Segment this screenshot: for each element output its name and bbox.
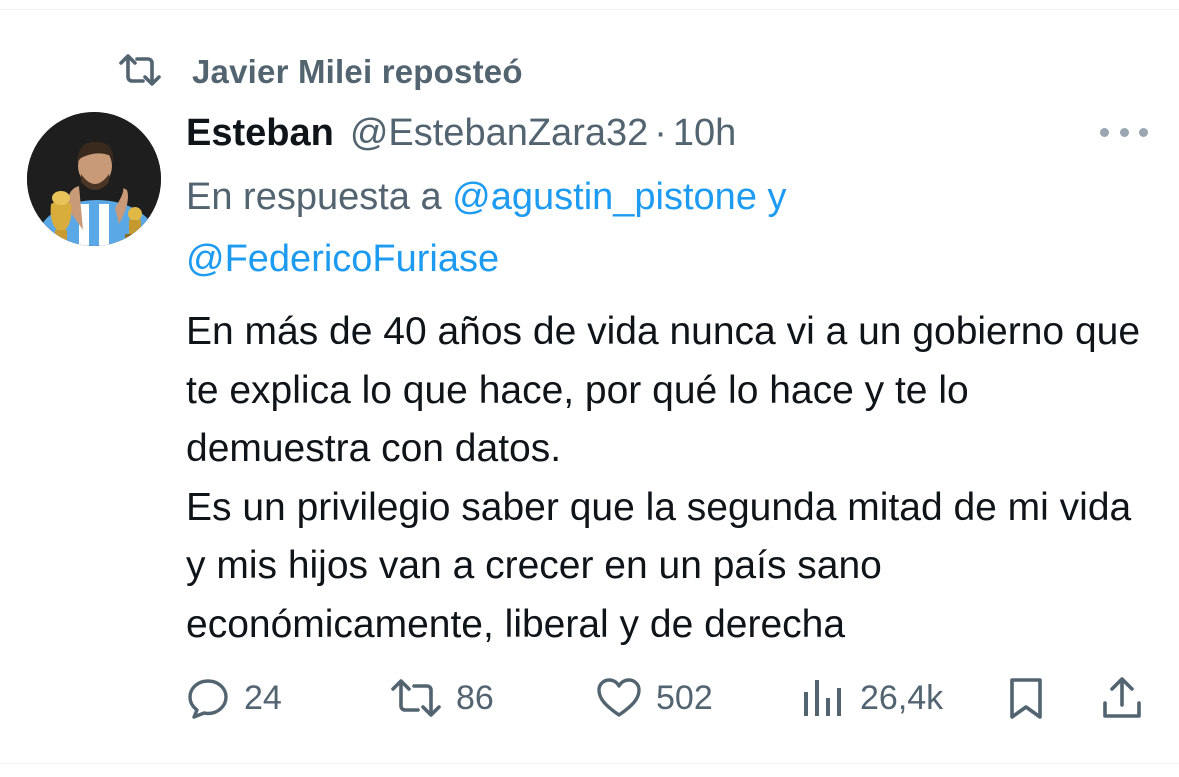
repost-count: 86 <box>456 678 494 717</box>
repost-icon <box>118 52 162 93</box>
views-button[interactable]: 26,4k <box>800 674 943 722</box>
repost-context[interactable]: Javier Milei reposteó <box>118 50 523 94</box>
bookmark-button[interactable] <box>1006 674 1046 722</box>
repost-label: Javier Milei reposteó <box>192 53 523 90</box>
mention-link-2[interactable]: @FedericoFuriase <box>186 238 499 280</box>
views-icon <box>800 676 846 720</box>
reply-prefix: En respuesta a <box>186 176 442 218</box>
bottom-divider <box>0 763 1179 764</box>
bookmark-icon <box>1006 676 1046 720</box>
share-icon <box>1100 675 1144 721</box>
separator-dot: · <box>654 111 667 154</box>
views-count: 26,4k <box>860 678 944 717</box>
avatar[interactable] <box>27 112 161 246</box>
top-divider <box>0 9 1179 10</box>
avatar-image <box>27 112 161 246</box>
reply-count: 24 <box>244 678 282 717</box>
action-bar: 24 86 502 26,4k <box>186 674 1148 722</box>
reply-button[interactable]: 24 <box>186 674 282 722</box>
tweet-timestamp[interactable]: 10h <box>673 112 736 155</box>
author-display-name[interactable]: Esteban <box>186 112 334 155</box>
tweet-header: Esteban @EstebanZara32 · 10h <box>186 108 736 158</box>
reply-conjunction: y <box>767 176 787 218</box>
more-options-icon[interactable] <box>1100 118 1148 146</box>
author-handle[interactable]: @EstebanZara32 <box>350 112 648 155</box>
reply-icon <box>186 676 230 720</box>
repost-icon <box>390 676 442 720</box>
tweet-text: En más de 40 años de vida nunca vi a un … <box>186 310 1141 646</box>
repost-button[interactable]: 86 <box>390 674 494 722</box>
share-button[interactable] <box>1100 674 1144 722</box>
like-icon <box>596 676 642 720</box>
mention-link-1[interactable]: @agustin_pistone <box>452 176 757 218</box>
like-button[interactable]: 502 <box>596 674 713 722</box>
reply-context: En respuesta a @agustin_pistone y @Feder… <box>186 166 1146 290</box>
like-count: 502 <box>656 678 713 717</box>
